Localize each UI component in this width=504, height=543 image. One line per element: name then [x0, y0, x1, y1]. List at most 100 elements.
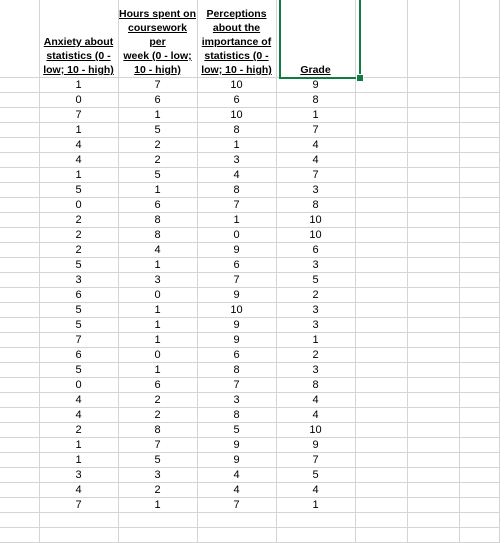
- empty-cell[interactable]: [275, 512, 356, 528]
- data-cell[interactable]: 5: [117, 167, 198, 183]
- data-cell[interactable]: 1: [38, 122, 119, 138]
- empty-cell[interactable]: [0, 0, 40, 78]
- empty-cell[interactable]: [458, 257, 500, 273]
- data-cell[interactable]: 7: [196, 497, 277, 513]
- empty-cell[interactable]: [406, 227, 460, 243]
- data-cell[interactable]: 2: [117, 392, 198, 408]
- empty-cell[interactable]: [354, 212, 408, 228]
- data-cell[interactable]: 6: [196, 92, 277, 108]
- empty-cell[interactable]: [354, 377, 408, 393]
- empty-cell[interactable]: [458, 452, 500, 468]
- empty-cell[interactable]: [354, 137, 408, 153]
- empty-cell[interactable]: [354, 197, 408, 213]
- empty-cell[interactable]: [354, 482, 408, 498]
- empty-cell[interactable]: [0, 137, 40, 153]
- data-cell[interactable]: 10: [196, 77, 277, 93]
- data-cell[interactable]: 1: [117, 182, 198, 198]
- data-cell[interactable]: 1: [117, 107, 198, 123]
- empty-cell[interactable]: [0, 392, 40, 408]
- data-cell[interactable]: 10: [196, 107, 277, 123]
- data-cell[interactable]: 3: [196, 152, 277, 168]
- data-cell[interactable]: 5: [275, 467, 356, 483]
- empty-cell[interactable]: [0, 182, 40, 198]
- data-cell[interactable]: 4: [38, 482, 119, 498]
- data-cell[interactable]: 6: [196, 257, 277, 273]
- data-cell[interactable]: 5: [38, 257, 119, 273]
- data-cell[interactable]: 4: [196, 167, 277, 183]
- data-cell[interactable]: 0: [38, 92, 119, 108]
- empty-cell[interactable]: [406, 257, 460, 273]
- empty-cell[interactable]: [354, 437, 408, 453]
- empty-cell[interactable]: [406, 77, 460, 93]
- data-cell[interactable]: 1: [38, 437, 119, 453]
- empty-cell[interactable]: [458, 347, 500, 363]
- data-cell[interactable]: 1: [117, 497, 198, 513]
- empty-cell[interactable]: [406, 377, 460, 393]
- empty-cell[interactable]: [354, 227, 408, 243]
- empty-cell[interactable]: [354, 152, 408, 168]
- empty-cell[interactable]: [458, 167, 500, 183]
- empty-cell[interactable]: [0, 407, 40, 423]
- empty-cell[interactable]: [354, 317, 408, 333]
- empty-cell[interactable]: [354, 182, 408, 198]
- empty-cell[interactable]: [458, 497, 500, 513]
- data-cell[interactable]: 9: [196, 287, 277, 303]
- empty-cell[interactable]: [458, 377, 500, 393]
- data-cell[interactable]: 7: [196, 272, 277, 288]
- data-cell[interactable]: 1: [196, 212, 277, 228]
- data-cell[interactable]: 5: [117, 122, 198, 138]
- data-cell[interactable]: 3: [275, 257, 356, 273]
- data-cell[interactable]: 2: [117, 137, 198, 153]
- empty-cell[interactable]: [406, 0, 460, 78]
- data-cell[interactable]: 8: [275, 197, 356, 213]
- data-cell[interactable]: 7: [196, 377, 277, 393]
- data-cell[interactable]: 4: [38, 392, 119, 408]
- data-cell[interactable]: 3: [117, 272, 198, 288]
- data-cell[interactable]: 7: [117, 77, 198, 93]
- data-cell[interactable]: 4: [196, 467, 277, 483]
- data-cell[interactable]: 8: [117, 422, 198, 438]
- data-cell[interactable]: 4: [38, 152, 119, 168]
- empty-cell[interactable]: [0, 317, 40, 333]
- empty-cell[interactable]: [354, 257, 408, 273]
- empty-cell[interactable]: [458, 197, 500, 213]
- data-cell[interactable]: 3: [275, 182, 356, 198]
- data-cell[interactable]: 9: [196, 242, 277, 258]
- data-cell[interactable]: 6: [275, 242, 356, 258]
- data-cell[interactable]: 1: [196, 137, 277, 153]
- empty-cell[interactable]: [117, 527, 198, 543]
- empty-cell[interactable]: [0, 377, 40, 393]
- data-cell[interactable]: 4: [117, 242, 198, 258]
- empty-cell[interactable]: [406, 137, 460, 153]
- data-cell[interactable]: 9: [275, 437, 356, 453]
- empty-cell[interactable]: [38, 512, 119, 528]
- empty-cell[interactable]: [0, 122, 40, 138]
- empty-cell[interactable]: [458, 407, 500, 423]
- empty-cell[interactable]: [0, 497, 40, 513]
- empty-cell[interactable]: [458, 92, 500, 108]
- data-cell[interactable]: 6: [38, 347, 119, 363]
- empty-cell[interactable]: [0, 332, 40, 348]
- data-cell[interactable]: 1: [117, 302, 198, 318]
- data-cell[interactable]: 7: [38, 497, 119, 513]
- data-cell[interactable]: 1: [117, 332, 198, 348]
- data-cell[interactable]: 9: [275, 77, 356, 93]
- empty-cell[interactable]: [406, 407, 460, 423]
- empty-cell[interactable]: [0, 287, 40, 303]
- data-cell[interactable]: 5: [117, 452, 198, 468]
- data-cell[interactable]: 4: [38, 407, 119, 423]
- data-cell[interactable]: 3: [196, 392, 277, 408]
- data-cell[interactable]: 1: [38, 167, 119, 183]
- data-cell[interactable]: 2: [38, 212, 119, 228]
- header-cell[interactable]: Anxiety about statistics (0 - low; 10 - hi…: [38, 0, 119, 78]
- data-cell[interactable]: 3: [117, 467, 198, 483]
- empty-cell[interactable]: [406, 437, 460, 453]
- data-cell[interactable]: 1: [38, 77, 119, 93]
- data-cell[interactable]: 4: [38, 137, 119, 153]
- data-cell[interactable]: 2: [275, 287, 356, 303]
- empty-cell[interactable]: [458, 272, 500, 288]
- empty-cell[interactable]: [406, 167, 460, 183]
- empty-cell[interactable]: [0, 272, 40, 288]
- empty-cell[interactable]: [0, 362, 40, 378]
- empty-cell[interactable]: [406, 422, 460, 438]
